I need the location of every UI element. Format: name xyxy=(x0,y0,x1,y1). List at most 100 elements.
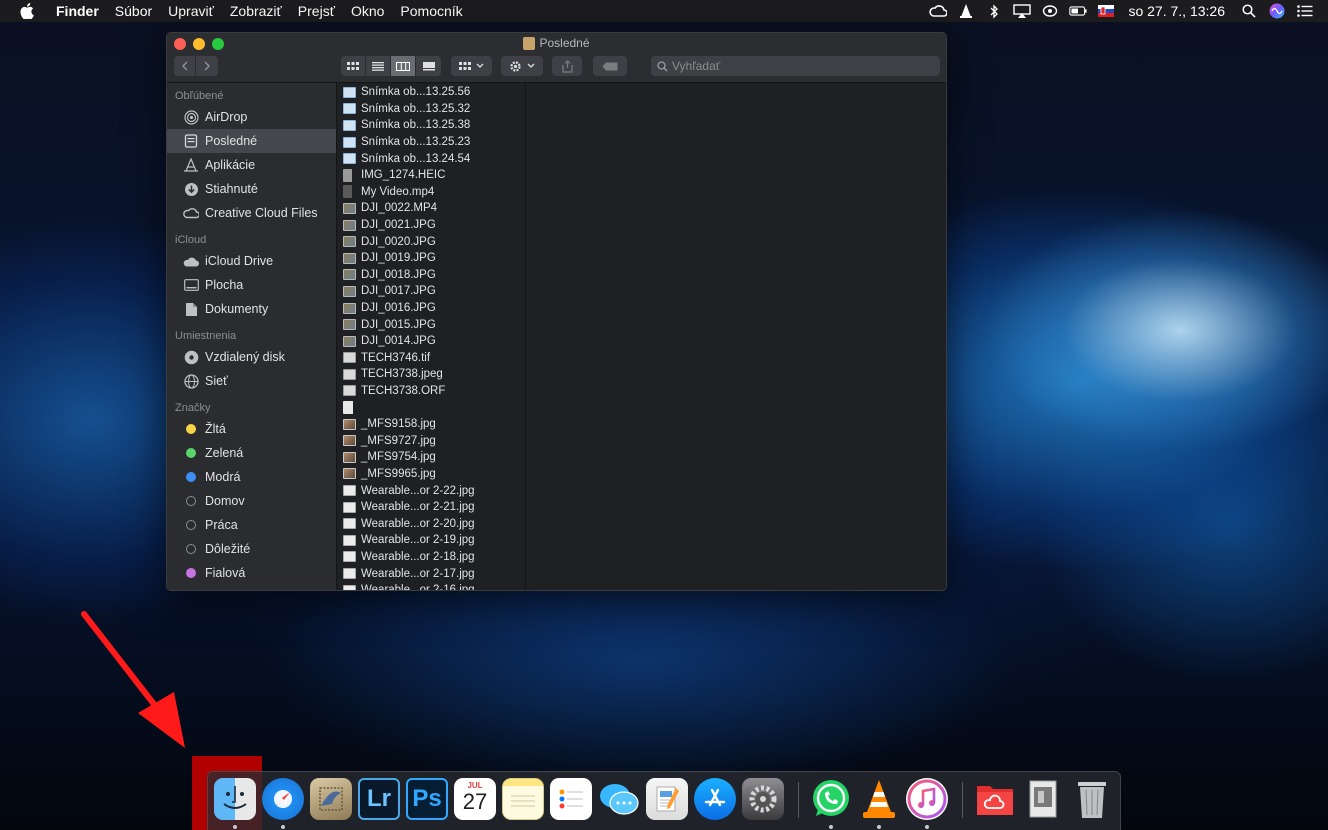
dock-lightroom[interactable]: Lr xyxy=(358,778,400,820)
file-item[interactable]: DJI_0016.JPG xyxy=(338,300,525,317)
icon-view-button[interactable] xyxy=(341,56,366,76)
menu-file[interactable]: Súbor xyxy=(107,0,160,22)
file-item[interactable]: Wearable...or 2-19.jpg xyxy=(338,532,525,549)
dock-creative-cloud-folder[interactable] xyxy=(974,778,1016,820)
battery-icon[interactable] xyxy=(1069,3,1088,19)
dock-finder[interactable] xyxy=(214,778,256,820)
list-view-button[interactable] xyxy=(366,56,391,76)
file-item[interactable]: DJI_0020.JPG xyxy=(338,233,525,250)
file-item[interactable]: Snímka ob...13.25.38 xyxy=(338,117,525,134)
file-item[interactable]: Wearable...or 2-18.jpg xyxy=(338,549,525,566)
file-item[interactable]: DJI_0021.JPG xyxy=(338,217,525,234)
dock-photoshop[interactable]: Ps xyxy=(406,778,448,820)
dock-pages[interactable] xyxy=(646,778,688,820)
search-icon[interactable] xyxy=(1240,3,1258,19)
sidebar-item-remote-disc[interactable]: Vzdialený disk xyxy=(167,345,336,369)
file-item[interactable]: TECH3746.tif xyxy=(338,350,525,367)
flag-icon[interactable] xyxy=(1097,3,1115,19)
file-item[interactable]: DJI_0022.MP4 xyxy=(338,200,525,217)
file-item[interactable]: Wearable...or 2-17.jpg xyxy=(338,565,525,582)
bluetooth-icon[interactable] xyxy=(985,3,1003,19)
menu-go[interactable]: Prejsť xyxy=(290,0,343,22)
sidebar-tag-purple[interactable]: Fialová xyxy=(167,561,336,585)
menu-clock[interactable]: so 27. 7., 13:26 xyxy=(1128,3,1225,19)
file-item[interactable]: DJI_0017.JPG xyxy=(338,283,525,300)
sidebar-tag-work[interactable]: Práca xyxy=(167,513,336,537)
dock-calendar[interactable]: JUL 27 xyxy=(454,778,496,820)
file-item[interactable]: _MFS9965.jpg xyxy=(338,466,525,483)
apple-menu-icon[interactable] xyxy=(18,2,36,20)
sidebar-item-downloads[interactable]: Stiahnuté xyxy=(167,177,336,201)
dock-messages[interactable] xyxy=(598,778,640,820)
creative-cloud-icon[interactable] xyxy=(929,3,948,19)
dock-system-preferences[interactable] xyxy=(742,778,784,820)
file-item[interactable]: _MFS9754.jpg xyxy=(338,449,525,466)
file-item[interactable]: _MFS9158.jpg xyxy=(338,416,525,433)
sidebar-tag-yellow[interactable]: Žltá xyxy=(167,417,336,441)
sidebar-item-desktop[interactable]: Plocha xyxy=(167,273,336,297)
dock-trash[interactable] xyxy=(1071,778,1113,820)
sidebar-item-applications[interactable]: Aplikácie xyxy=(167,153,336,177)
search-input[interactable] xyxy=(672,59,922,73)
file-item[interactable]: Wearable...or 2-20.jpg xyxy=(338,515,525,532)
menu-view[interactable]: Zobraziť xyxy=(222,0,290,22)
list-icon[interactable] xyxy=(1296,3,1314,19)
dock-whatsapp[interactable] xyxy=(810,778,852,820)
menu-app-finder[interactable]: Finder xyxy=(48,0,107,22)
dock-downloads-stack[interactable] xyxy=(1022,778,1064,820)
file-item[interactable]: DJI_0015.JPG xyxy=(338,316,525,333)
file-item[interactable]: Snímka ob...13.25.56 xyxy=(338,84,525,101)
file-item[interactable]: IMG_1274.HEIC xyxy=(338,167,525,184)
share-button[interactable] xyxy=(552,56,582,76)
file-item[interactable]: Snímka ob...13.24.54 xyxy=(338,150,525,167)
group-by-button[interactable] xyxy=(451,56,492,76)
file-item[interactable]: Snímka ob...13.25.23 xyxy=(338,134,525,151)
file-item[interactable]: TECH3738.jpeg xyxy=(338,366,525,383)
sidebar-item-documents[interactable]: Dokumenty xyxy=(167,297,336,321)
file-item[interactable]: TECH3738.ORF xyxy=(338,383,525,400)
sidebar-item-airdrop[interactable]: AirDrop xyxy=(167,105,336,129)
vlc-icon[interactable] xyxy=(957,3,975,19)
file-item[interactable]: Wearable...or 2-16.jpg xyxy=(338,582,525,590)
dock-app-store[interactable] xyxy=(694,778,736,820)
search-field[interactable] xyxy=(651,56,940,76)
sidebar-item-recents[interactable]: Posledné xyxy=(167,129,336,153)
siri-icon[interactable] xyxy=(1268,3,1286,19)
file-item[interactable]: DJI_0018.JPG xyxy=(338,267,525,284)
action-menu-button[interactable] xyxy=(501,56,543,76)
airplay-icon[interactable] xyxy=(1013,3,1032,19)
file-item[interactable] xyxy=(338,399,525,416)
file-item[interactable]: Wearable...or 2-22.jpg xyxy=(338,482,525,499)
file-item[interactable]: My Video.mp4 xyxy=(338,184,525,201)
file-item[interactable]: _MFS9727.jpg xyxy=(338,432,525,449)
trash-icon xyxy=(1078,782,1106,818)
file-item[interactable]: Wearable...or 2-21.jpg xyxy=(338,499,525,516)
dock-reminders[interactable] xyxy=(550,778,592,820)
file-item[interactable]: DJI_0014.JPG xyxy=(338,333,525,350)
dock-itunes[interactable] xyxy=(906,778,948,820)
sidebar-tag-home[interactable]: Domov xyxy=(167,489,336,513)
back-button[interactable] xyxy=(174,56,196,76)
file-name: DJI_0017.JPG xyxy=(361,285,436,298)
file-item[interactable]: Snímka ob...13.25.32 xyxy=(338,101,525,118)
forward-button[interactable] xyxy=(196,56,218,76)
menu-window[interactable]: Okno xyxy=(343,0,392,22)
sidebar-tag-blue[interactable]: Modrá xyxy=(167,465,336,489)
dock-notes[interactable] xyxy=(502,778,544,820)
file-item[interactable]: DJI_0019.JPG xyxy=(338,250,525,267)
menu-edit[interactable]: Upraviť xyxy=(160,0,222,22)
sidebar-tag-important[interactable]: Dôležité xyxy=(167,537,336,561)
column-view-button[interactable] xyxy=(391,56,416,76)
tag-button[interactable] xyxy=(593,56,627,76)
gallery-view-button[interactable] xyxy=(416,56,441,76)
sidebar-item-icloud-drive[interactable]: iCloud Drive xyxy=(167,249,336,273)
menu-help[interactable]: Pomocník xyxy=(392,0,470,22)
sidebar-item-creative-cloud[interactable]: Creative Cloud Files xyxy=(167,201,336,225)
dock-vlc[interactable] xyxy=(858,778,900,820)
sidebar-tag-green[interactable]: Zelená xyxy=(167,441,336,465)
sync-icon[interactable] xyxy=(1041,3,1059,19)
disc-icon xyxy=(183,349,199,365)
dock-safari[interactable] xyxy=(262,778,304,820)
sidebar-item-network[interactable]: Sieť xyxy=(167,369,336,393)
dock-preview[interactable] xyxy=(310,778,352,820)
